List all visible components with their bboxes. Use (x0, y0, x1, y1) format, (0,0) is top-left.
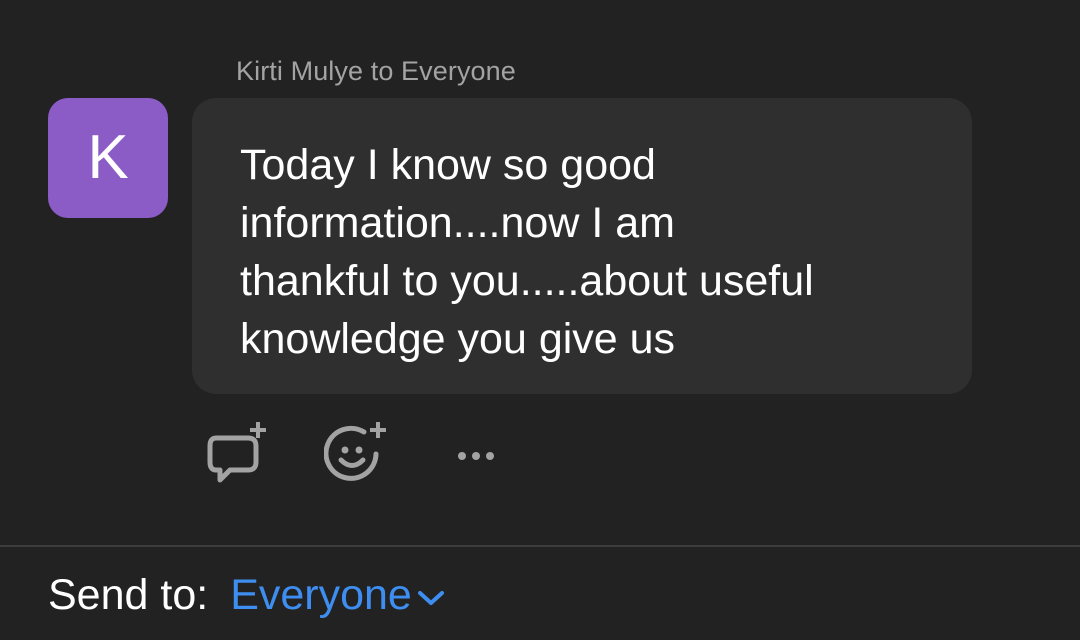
sender-line: Kirti Mulye to Everyone (236, 56, 516, 86)
add-reaction-icon (324, 422, 386, 481)
chevron-down-icon (417, 591, 444, 605)
recipient-dropdown[interactable]: Everyone (230, 571, 446, 620)
more-icon (458, 452, 494, 460)
reply-icon (207, 422, 266, 483)
footer-divider (0, 545, 1080, 547)
message-bubble[interactable]: Today I know so good information....now … (192, 98, 972, 394)
add-reaction-button[interactable] (324, 418, 400, 488)
message-actions (200, 418, 572, 488)
send-to-bar: Send to: Everyone (48, 565, 446, 625)
avatar-initial: K (87, 123, 129, 192)
reply-button[interactable] (200, 418, 276, 488)
message-text: Today I know so good information....now … (240, 141, 814, 363)
avatar[interactable]: K (48, 98, 168, 218)
recipient-value: Everyone (230, 570, 412, 619)
send-to-label: Send to: (48, 570, 209, 619)
more-options-button[interactable] (448, 418, 524, 488)
chat-screen: Kirti Mulye to Everyone K Today I know s… (0, 0, 1080, 640)
